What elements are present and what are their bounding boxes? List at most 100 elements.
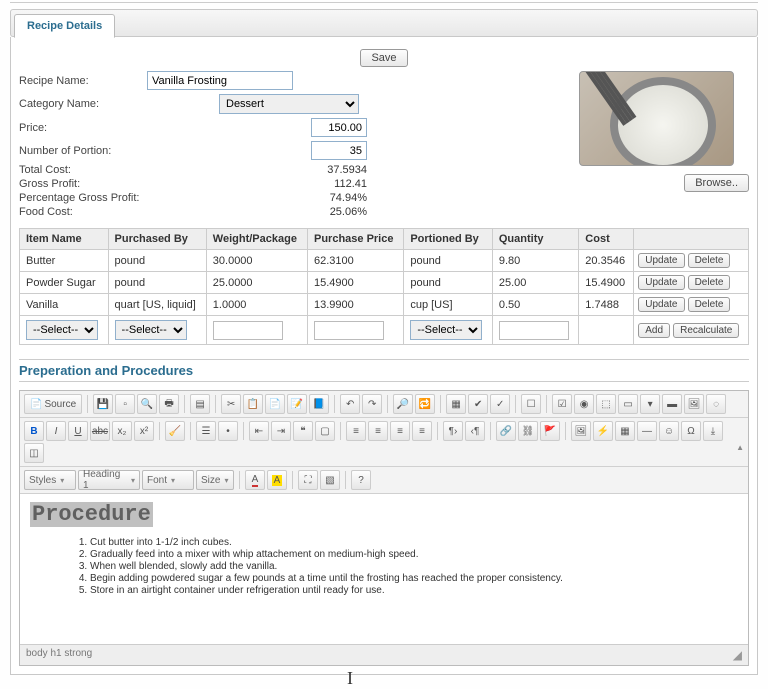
find-icon[interactable]: 🔎 [393, 394, 413, 414]
templates-icon[interactable]: ▤ [190, 394, 210, 414]
new-pprice-input[interactable] [314, 321, 384, 340]
resize-grip-icon[interactable]: ◢ [733, 648, 742, 662]
styles-select[interactable]: Styles [24, 470, 76, 490]
ltr-icon[interactable]: ¶› [443, 421, 463, 441]
editor-body[interactable]: Procedure Cut butter into 1-1/2 inch cub… [20, 494, 748, 644]
italic-icon[interactable]: I [46, 421, 66, 441]
new-purchased-select[interactable]: --Select-- [115, 320, 187, 340]
subscript-icon[interactable]: x₂ [112, 421, 132, 441]
smiley-icon[interactable]: ☺ [659, 421, 679, 441]
checkbox-icon[interactable]: ☑ [552, 394, 572, 414]
update-button[interactable]: Update [638, 297, 684, 312]
div-icon[interactable]: ▢ [315, 421, 335, 441]
redo-icon[interactable]: ↷ [362, 394, 382, 414]
format-select[interactable]: Heading 1 [78, 470, 140, 490]
textarea-icon[interactable]: ▭ [618, 394, 638, 414]
browse-button[interactable]: Browse.. [684, 174, 749, 192]
spellcheck-icon[interactable]: ✔ [468, 394, 488, 414]
editor-toolbar-row-3: Styles Heading 1 Font Size A A ⛶ ▧ ? ▲ [20, 467, 748, 494]
delete-button[interactable]: Delete [688, 297, 731, 312]
select-icon[interactable]: ▾ [640, 394, 660, 414]
preview-icon[interactable]: 🔍 [137, 394, 157, 414]
iframe-icon[interactable]: ◫ [24, 443, 44, 463]
replace-icon[interactable]: 🔁 [415, 394, 435, 414]
radio-icon[interactable]: ◉ [574, 394, 594, 414]
align-justify-icon[interactable]: ≡ [412, 421, 432, 441]
category-select[interactable]: Dessert [219, 94, 359, 114]
new-portioned-select[interactable]: --Select-- [410, 320, 482, 340]
flash-icon[interactable]: ⚡ [593, 421, 613, 441]
specialchar-icon[interactable]: Ω [681, 421, 701, 441]
image-button-icon[interactable]: 🖼 [684, 394, 704, 414]
link-icon[interactable]: 🔗 [496, 421, 516, 441]
hr-icon[interactable]: — [637, 421, 657, 441]
print-icon[interactable]: 🖶 [159, 394, 179, 414]
portion-input[interactable] [311, 141, 367, 160]
unlink-icon[interactable]: ⛓ [518, 421, 538, 441]
superscript-icon[interactable]: x² [134, 421, 154, 441]
delete-button[interactable]: Delete [688, 275, 731, 290]
table-icon[interactable]: ▦ [615, 421, 635, 441]
copy-icon[interactable]: 📋 [243, 394, 263, 414]
paste-icon[interactable]: 📄 [265, 394, 285, 414]
new-item-select[interactable]: --Select-- [26, 320, 98, 340]
add-button[interactable]: Add [638, 323, 670, 338]
about-icon[interactable]: ? [351, 470, 371, 490]
align-left-icon[interactable]: ≡ [346, 421, 366, 441]
col-item: Item Name [20, 229, 109, 250]
cell-pprice: 62.3100 [307, 250, 403, 272]
image-icon[interactable]: 🖼 [571, 421, 591, 441]
gross-profit-label: Gross Profit: [19, 178, 80, 190]
strike-icon[interactable]: abc [90, 421, 110, 441]
font-select[interactable]: Font [142, 470, 194, 490]
update-button[interactable]: Update [638, 253, 684, 268]
update-button[interactable]: Update [638, 275, 684, 290]
selectall-icon[interactable]: ▦ [446, 394, 466, 414]
cell-portioned: pound [404, 272, 493, 294]
form-icon[interactable]: ☐ [521, 394, 541, 414]
undo-icon[interactable]: ↶ [340, 394, 360, 414]
paste-text-icon[interactable]: 📝 [287, 394, 307, 414]
price-input[interactable] [311, 118, 367, 137]
rtl-icon[interactable]: ‹¶ [465, 421, 485, 441]
cell-cost: 1.7488 [579, 294, 634, 316]
removeformat-icon[interactable]: 🧹 [165, 421, 185, 441]
hidden-field-icon[interactable]: ◌ [706, 394, 726, 414]
align-right-icon[interactable]: ≡ [390, 421, 410, 441]
button-icon[interactable]: ▬ [662, 394, 682, 414]
bold-icon[interactable]: B [24, 421, 44, 441]
collapse-toolbar-icon[interactable]: ▲ [736, 443, 744, 452]
scayt-icon[interactable]: ✓ [490, 394, 510, 414]
align-center-icon[interactable]: ≡ [368, 421, 388, 441]
textfield-icon[interactable]: ⬚ [596, 394, 616, 414]
size-select[interactable]: Size [196, 470, 234, 490]
anchor-icon[interactable]: 🚩 [540, 421, 560, 441]
showblocks-icon[interactable]: ▧ [320, 470, 340, 490]
recipe-name-input[interactable] [147, 71, 293, 90]
paste-word-icon[interactable]: 📘 [309, 394, 329, 414]
outdent-icon[interactable]: ⇤ [249, 421, 269, 441]
delete-button[interactable]: Delete [688, 253, 731, 268]
maximize-icon[interactable]: ⛶ [298, 470, 318, 490]
new-qty-input[interactable] [499, 321, 569, 340]
newpage-icon[interactable]: ▫ [115, 394, 135, 414]
recalculate-button[interactable]: Recalculate [673, 323, 739, 338]
save-icon[interactable]: 💾 [93, 394, 113, 414]
cut-icon[interactable]: ✂ [221, 394, 241, 414]
underline-icon[interactable]: U [68, 421, 88, 441]
blockquote-icon[interactable]: ❝ [293, 421, 313, 441]
element-path[interactable]: body h1 strong [26, 648, 92, 662]
bgcolor-icon[interactable]: A [267, 470, 287, 490]
rich-text-editor: 📄 Source 💾 ▫ 🔍 🖶 ▤ ✂ 📋 📄 📝 📘 ↶ ↷ 🔎 [19, 390, 749, 666]
tab-recipe-details[interactable]: Recipe Details [14, 14, 115, 38]
category-name-label: Category Name: [19, 98, 147, 110]
pagebreak-icon[interactable]: ⤓ [703, 421, 723, 441]
numberlist-icon[interactable]: ☰ [196, 421, 216, 441]
textcolor-icon[interactable]: A [245, 470, 265, 490]
new-weight-input[interactable] [213, 321, 283, 340]
save-button[interactable]: Save [360, 49, 407, 67]
procedure-step: When well blended, slowly add the vanill… [90, 561, 738, 572]
bulletlist-icon[interactable]: • [218, 421, 238, 441]
source-button[interactable]: 📄 Source [24, 394, 82, 414]
indent-icon[interactable]: ⇥ [271, 421, 291, 441]
